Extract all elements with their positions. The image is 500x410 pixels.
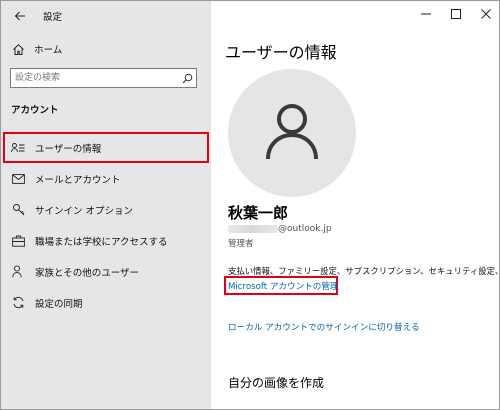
sidebar-item-user-info[interactable]: ユーザーの情報: [3, 132, 209, 163]
avatar: [228, 69, 356, 197]
manage-microsoft-account-link[interactable]: Microsoft アカウントの管理: [224, 276, 339, 295]
person-plus-icon: [11, 265, 25, 279]
nav-list: ユーザーの情報 メールとアカウント サインイン オプション 職場または学校にアク…: [1, 132, 211, 318]
email-redacted: [228, 225, 278, 233]
user-name: 秋葉一郎: [228, 204, 289, 222]
sidebar-item-label: 設定の同期: [35, 298, 83, 310]
main-content: ユーザーの情報 秋葉一郎 @outlook.jp 管理者 支払い情報、ファミリー…: [211, 1, 499, 409]
sidebar-item-family[interactable]: 家族とその他のユーザー: [1, 256, 211, 287]
back-button[interactable]: [5, 5, 35, 27]
title-bar: 設定: [1, 1, 211, 31]
sidebar-item-label: メールとアカウント: [35, 174, 121, 186]
minimize-button[interactable]: [411, 1, 441, 25]
sidebar-item-label: ユーザーの情報: [35, 143, 102, 155]
search-input[interactable]: [11, 70, 178, 86]
minimize-icon: [421, 4, 431, 23]
sidebar: 設定 ホーム アカウント ユーザーの情報: [1, 1, 211, 409]
close-icon: [481, 4, 491, 23]
search-box[interactable]: [10, 68, 197, 88]
person-icon: [262, 101, 322, 165]
key-icon: [11, 203, 25, 217]
sidebar-item-label: 家族とその他のユーザー: [35, 267, 140, 279]
sidebar-item-sign-in-options[interactable]: サインイン オプション: [1, 194, 211, 225]
sidebar-item-label: サインイン オプション: [35, 205, 134, 217]
nav-home-label: ホーム: [34, 45, 63, 56]
mail-icon: [11, 172, 25, 186]
sidebar-item-work-school[interactable]: 職場または学校にアクセスする: [1, 225, 211, 256]
maximize-icon: [451, 4, 461, 23]
sidebar-item-mail[interactable]: メールとアカウント: [1, 163, 211, 194]
settings-window: 設定 ホーム アカウント ユーザーの情報: [0, 0, 500, 410]
search-icon: [180, 71, 194, 85]
email-domain: @outlook.jp: [278, 224, 332, 234]
sync-icon: [11, 296, 25, 310]
email: @outlook.jp: [228, 223, 332, 235]
page-title: ユーザーの情報: [225, 43, 337, 62]
briefcase-icon: [11, 234, 25, 248]
switch-to-local-account-link[interactable]: ローカル アカウントでのサインインに切り替える: [228, 321, 420, 333]
back-arrow-icon: [13, 9, 27, 23]
maximize-button[interactable]: [441, 1, 471, 25]
user-info-icon: [11, 141, 25, 155]
window-controls: [411, 1, 499, 25]
create-picture-heading: 自分の画像を作成: [228, 376, 325, 390]
nav-home[interactable]: ホーム: [1, 39, 211, 59]
window-title: 設定: [43, 12, 63, 23]
sidebar-item-label: 職場または学校にアクセスする: [35, 236, 168, 248]
home-icon: [11, 42, 25, 56]
account-role: 管理者: [228, 239, 254, 249]
section-heading: アカウント: [11, 105, 59, 116]
sidebar-item-sync[interactable]: 設定の同期: [1, 287, 211, 318]
search-button[interactable]: [178, 71, 196, 85]
close-button[interactable]: [471, 1, 499, 25]
